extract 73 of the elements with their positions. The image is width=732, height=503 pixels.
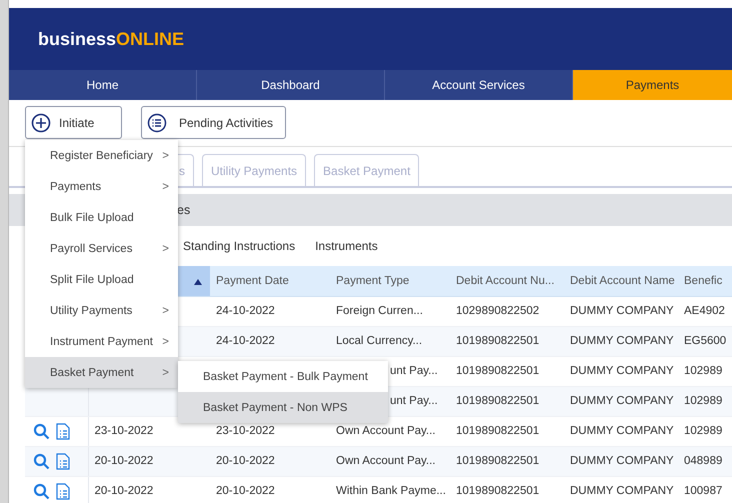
submenu-item[interactable]: Basket Payment - Bulk Payment — [178, 361, 388, 392]
chevron-icon: > — [162, 304, 169, 316]
chevron-icon: > — [162, 150, 169, 162]
logo: businessONLINE — [38, 28, 184, 50]
table-cell: 23-10-2022 — [94, 425, 154, 437]
menu-item[interactable]: Bulk File Upload — [25, 202, 178, 233]
table-cell: unt Pay... — [390, 365, 438, 377]
sub-tab[interactable]: Instruments — [315, 239, 378, 253]
document-icon[interactable] — [56, 422, 70, 440]
chevron-icon: > — [162, 366, 169, 378]
table-cell: 20-10-2022 — [216, 485, 275, 497]
submenu-item[interactable]: Basket Payment - Non WPS — [178, 392, 388, 423]
list-icon — [147, 112, 167, 132]
table-cell: Foreign Curren... — [336, 305, 423, 317]
column-header[interactable]: Debit Account Nu... — [450, 266, 564, 296]
table-cell: 1019890822501 — [456, 395, 540, 407]
table-cell: 100987 — [684, 485, 722, 497]
table-cell: 048989 — [684, 455, 722, 467]
sort-icon — [194, 278, 202, 285]
table-cell: Local Currency... — [336, 335, 422, 347]
table-cell: 1019890822501 — [456, 485, 540, 497]
table-cell: 102989 — [684, 425, 722, 437]
table-cell: 20-10-2022 — [94, 455, 154, 467]
menu-item[interactable]: Utility Payments > — [25, 295, 178, 326]
table-cell: 102989 — [684, 395, 722, 407]
plus-icon — [31, 112, 51, 132]
nav-tab[interactable]: Dashboard — [197, 70, 385, 100]
table-cell: DUMMY COMPANY — [570, 395, 674, 407]
section-title: es — [177, 203, 190, 217]
table-cell: 24-10-2022 — [216, 305, 275, 317]
column-header[interactable]: Payment Date — [210, 266, 330, 296]
document-icon[interactable] — [56, 482, 70, 500]
table-cell: DUMMY COMPANY — [570, 335, 674, 347]
table-cell: 1019890822501 — [456, 335, 540, 347]
sub-tab[interactable]: Standing Instructions — [183, 239, 296, 253]
table-cell: 20-10-2022 — [94, 485, 154, 497]
search-icon[interactable] — [33, 422, 50, 440]
table-cell: unt Pay... — [390, 395, 438, 407]
table-cell: Own Account Pay... — [336, 425, 436, 437]
document-icon[interactable] — [56, 452, 70, 470]
column-header[interactable]: Debit Account Name — [564, 266, 680, 296]
search-icon[interactable] — [33, 482, 50, 500]
chevron-icon: > — [162, 180, 169, 192]
column-header[interactable]: Payment Type — [330, 266, 450, 296]
table-cell: DUMMY COMPANY — [570, 425, 674, 437]
pending-button[interactable]: Pending Activities — [141, 106, 286, 139]
table-cell: Within Bank Payme... — [336, 485, 446, 497]
nav-tab[interactable]: Home — [9, 70, 197, 100]
table-cell: 1019890822501 — [456, 365, 540, 377]
initiate-button[interactable]: Initiate — [25, 106, 122, 139]
table-cell: 1019890822501 — [456, 425, 540, 437]
table-cell: 24-10-2022 — [216, 335, 275, 347]
table-cell: 1019890822501 — [456, 455, 540, 467]
search-icon[interactable] — [33, 452, 50, 470]
table-cell: DUMMY COMPANY — [570, 485, 674, 497]
menu-item[interactable]: Payroll Services > — [25, 233, 178, 264]
table-cell: Own Account Pay... — [336, 455, 436, 467]
table-cell: DUMMY COMPANY — [570, 455, 674, 467]
column-header[interactable]: Benefic — [680, 266, 732, 296]
table-cell: 20-10-2022 — [216, 455, 275, 467]
chevron-icon: > — [162, 336, 169, 348]
table-cell: EG5600 — [684, 335, 726, 347]
menu-item[interactable]: Basket Payment > — [25, 357, 178, 388]
table-cell: DUMMY COMPANY — [570, 305, 674, 317]
table-cell: 102989 — [684, 365, 722, 377]
table-cell: DUMMY COMPANY — [570, 365, 674, 377]
table-cell: 1029890822502 — [456, 305, 540, 317]
nav-tab[interactable]: Payments — [573, 70, 732, 100]
table-cell: AE4902 — [684, 305, 725, 317]
menu-item[interactable]: Instrument Payment > — [25, 326, 178, 357]
menu-item[interactable]: Split File Upload — [25, 264, 178, 295]
table-cell: 23-10-2022 — [216, 425, 275, 437]
chevron-icon: > — [162, 242, 169, 254]
